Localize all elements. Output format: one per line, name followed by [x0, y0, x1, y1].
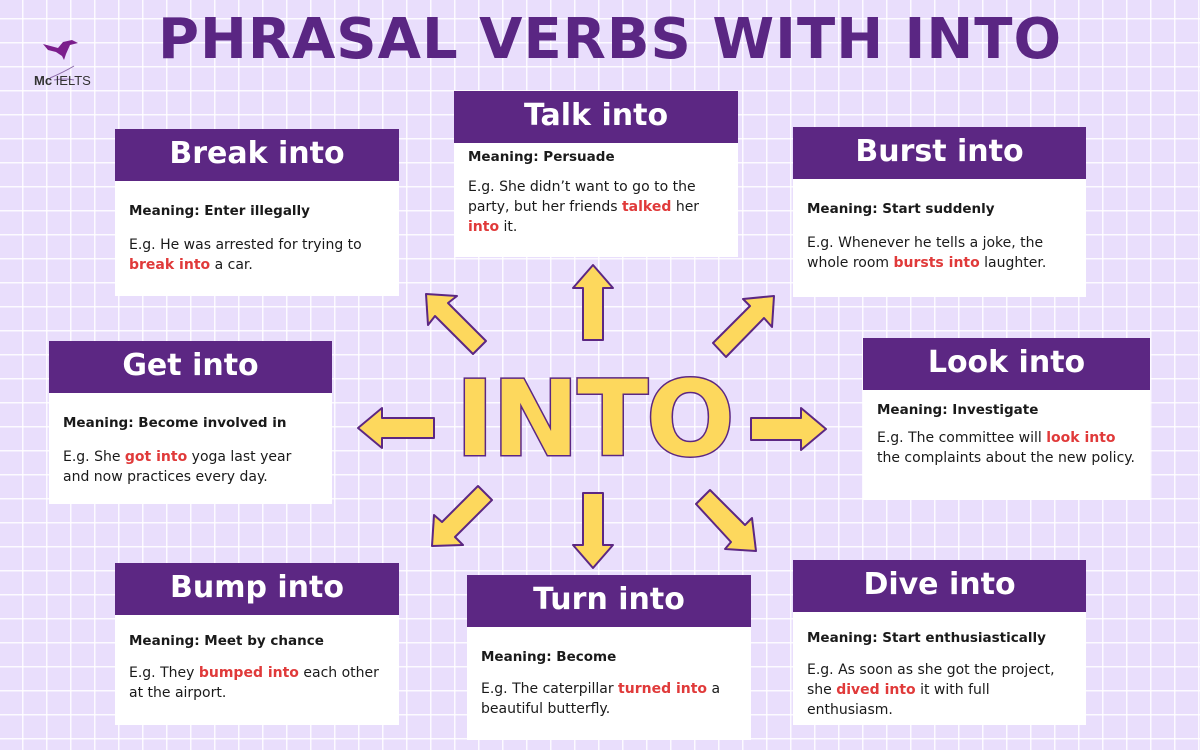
example-text: E.g. They — [129, 665, 199, 681]
card-example: E.g. He was arrested for trying to break… — [129, 235, 385, 275]
card-bump-into: Bump into Meaning: Meet by chance E.g. T… — [115, 563, 399, 725]
card-heading: Bump into — [115, 563, 399, 615]
card-break-into: Break into Meaning: Enter illegally E.g.… — [115, 129, 399, 296]
card-heading: Get into — [49, 341, 332, 393]
highlighted-phrase: talked — [621, 199, 672, 215]
card-meaning: Meaning: Start suddenly — [807, 201, 995, 217]
card-heading: Look into — [863, 338, 1150, 390]
card-example: E.g. The committee will look into the co… — [877, 428, 1136, 468]
highlighted-phrase: turned into — [618, 681, 708, 697]
arrow-down-icon — [572, 492, 614, 569]
example-text: laughter. — [979, 255, 1047, 271]
example-text: E.g. The committee will — [877, 430, 1047, 446]
card-meaning: Meaning: Start enthusiastically — [807, 630, 1046, 646]
highlighted-phrase: bumped into — [198, 665, 299, 681]
example-text: E.g. The caterpillar — [481, 681, 619, 697]
arrow-down-left-icon — [431, 485, 493, 547]
highlighted-phrase: got into — [124, 449, 188, 465]
card-look-into: Look into Meaning: Investigate E.g. The … — [863, 338, 1150, 500]
card-get-into: Get into Meaning: Become involved in E.g… — [49, 341, 332, 504]
arrow-right-icon — [750, 407, 827, 451]
example-text: it. — [499, 219, 518, 235]
card-talk-into: Talk into Meaning: Persuade E.g. She did… — [454, 91, 738, 257]
card-heading: Burst into — [793, 127, 1086, 179]
card-meaning: Meaning: Persuade — [468, 149, 615, 165]
card-meaning: Meaning: Investigate — [877, 402, 1039, 418]
highlighted-phrase: look into — [1046, 430, 1116, 446]
card-example: E.g. She got into yoga last year and now… — [63, 447, 318, 487]
card-heading: Talk into — [454, 91, 738, 143]
example-text: a car. — [210, 257, 253, 273]
card-heading: Turn into — [467, 575, 751, 627]
arrow-down-right-icon — [695, 489, 757, 552]
card-heading: Break into — [115, 129, 399, 181]
card-turn-into: Turn into Meaning: Become E.g. The cater… — [467, 575, 751, 740]
card-example: E.g. As soon as she got the project, she… — [807, 660, 1072, 720]
arrow-up-icon — [572, 264, 614, 341]
card-heading: Dive into — [793, 560, 1086, 612]
card-burst-into: Burst into Meaning: Start suddenly E.g. … — [793, 127, 1086, 297]
highlighted-phrase: into — [468, 219, 500, 235]
arrow-left-icon — [357, 407, 435, 449]
card-example: E.g. She didn’t want to go to the party,… — [468, 177, 724, 237]
card-meaning: Meaning: Become — [481, 649, 617, 665]
example-text: E.g. He was arrested for trying to — [129, 237, 362, 253]
card-dive-into: Dive into Meaning: Start enthusiasticall… — [793, 560, 1086, 725]
example-text: the complaints about the new policy. — [877, 450, 1136, 466]
example-text: her — [671, 199, 700, 215]
center-word: INTO — [455, 358, 732, 480]
card-example: E.g. They bumped into each other at the … — [129, 663, 385, 703]
highlighted-phrase: bursts into — [893, 255, 980, 271]
highlighted-phrase: break into — [129, 257, 211, 273]
card-meaning: Meaning: Enter illegally — [129, 203, 310, 219]
arrow-up-right-icon — [712, 295, 775, 358]
card-example: E.g. Whenever he tells a joke, the whole… — [807, 233, 1072, 273]
card-meaning: Meaning: Meet by chance — [129, 633, 324, 649]
arrow-up-left-icon — [425, 293, 487, 355]
card-meaning: Meaning: Become involved in — [63, 415, 287, 431]
example-text: E.g. She — [63, 449, 125, 465]
card-example: E.g. The caterpillar turned into a beaut… — [481, 679, 737, 719]
highlighted-phrase: dived into — [836, 682, 916, 698]
